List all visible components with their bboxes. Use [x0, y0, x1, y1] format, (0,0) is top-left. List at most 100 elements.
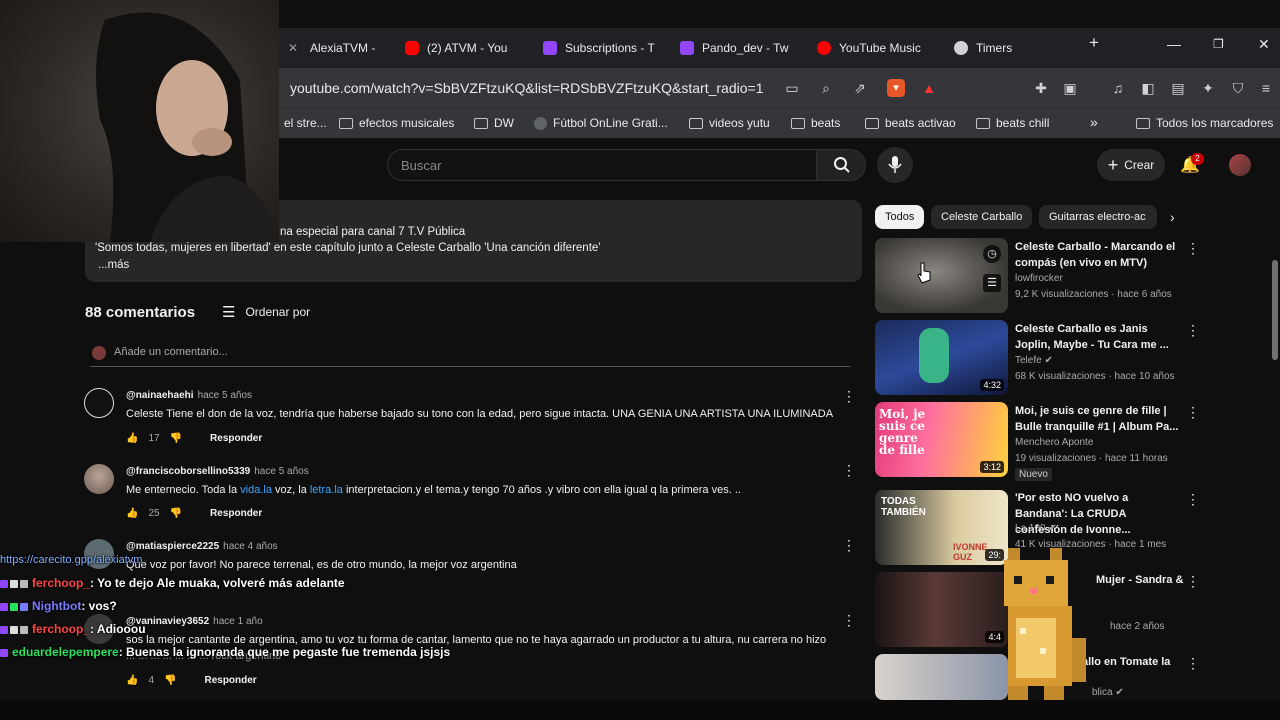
like-icon[interactable]: 👍	[126, 675, 138, 686]
extensions-icon[interactable]: ✚	[1032, 79, 1050, 97]
comment-link[interactable]: letra.la	[310, 484, 343, 496]
bookmark-folder[interactable]: beats	[791, 116, 840, 130]
youtube-music-icon	[817, 41, 831, 55]
video-thumbnail[interactable]: TODAS TAMBIÉN IVONNE GUZ 29:	[875, 490, 1008, 565]
tab-alexiatvm[interactable]: ✕ AlexiaTVM -	[288, 36, 375, 60]
channel-name[interactable]: Telefe ✔	[1015, 355, 1053, 366]
dislike-icon[interactable]: 👎	[170, 508, 182, 519]
bookmark-label: beats	[811, 116, 841, 130]
chip-todos[interactable]: Todos	[875, 205, 925, 229]
like-icon[interactable]: 👍	[126, 508, 138, 519]
reply-button[interactable]: Responder	[210, 508, 262, 519]
author-handle: @franciscoborsellino5339	[126, 466, 251, 477]
search-box[interactable]: Buscar	[387, 149, 817, 181]
dislike-icon[interactable]: 👎	[170, 433, 182, 444]
bookmark-item[interactable]: Fútbol OnLine Grati...	[534, 116, 668, 130]
video-title[interactable]: allo en Tomate la	[1082, 654, 1182, 670]
bookmark-item[interactable]: el stre...	[284, 116, 327, 130]
add-comment-input[interactable]: Añade un comentario...	[90, 345, 850, 367]
chat-message: ferchoop_: Adiooou	[0, 622, 146, 636]
more-actions-icon[interactable]: ⋮	[1186, 491, 1200, 508]
new-tab-button[interactable]: +	[1089, 33, 1099, 53]
add-to-queue-icon[interactable]: ☰	[983, 274, 1001, 292]
video-thumbnail[interactable]: 4:32	[875, 320, 1008, 395]
restore-icon[interactable]: ❐	[1213, 37, 1224, 51]
more-actions-icon[interactable]: ⋮	[1186, 322, 1200, 339]
comment-author[interactable]: @matiaspierce2225 hace 4 años	[126, 541, 278, 552]
comment-link[interactable]: vida.la	[240, 484, 272, 496]
sort-label: Ordenar por	[245, 305, 311, 319]
bookmark-folder[interactable]: videos yutu	[689, 116, 770, 130]
tab-atvm-youtube[interactable]: (2) ATVM - You	[405, 36, 507, 60]
video-thumbnail[interactable]: ◷ ☰	[875, 238, 1008, 313]
chat-username: ferchoop_	[32, 622, 91, 636]
watch-later-icon[interactable]: ◷	[983, 245, 1001, 263]
zoom-icon[interactable]: ⌕	[817, 79, 835, 97]
menu-icon[interactable]: ≡	[1257, 79, 1275, 97]
cast-icon[interactable]: ▭	[783, 79, 801, 97]
all-bookmarks-folder[interactable]: Todos los marcadores	[1136, 116, 1273, 130]
tab-timers[interactable]: Timers	[954, 36, 1012, 60]
bookmark-folder[interactable]: DW	[474, 116, 514, 130]
more-actions-icon[interactable]: ⋮	[1186, 240, 1200, 257]
avatar[interactable]	[84, 464, 114, 494]
leo-ai-icon[interactable]: ✦	[1199, 79, 1217, 97]
more-actions-icon[interactable]: ⋮	[842, 462, 856, 479]
reply-button[interactable]: Responder	[210, 433, 262, 444]
share-icon[interactable]: ⇗	[851, 79, 869, 97]
vpn-shield-icon[interactable]: ⛉	[1229, 79, 1247, 97]
more-actions-icon[interactable]: ⋮	[1186, 655, 1200, 672]
folder-icon	[1136, 117, 1150, 129]
sidebar-icon[interactable]: ◧	[1139, 79, 1157, 97]
more-actions-icon[interactable]: ⋮	[1186, 404, 1200, 421]
video-thumbnail[interactable]	[875, 654, 1008, 700]
more-actions-icon[interactable]: ⋮	[842, 612, 856, 629]
chat-link[interactable]: https://carecito.gpp/alexiatvm	[0, 554, 142, 566]
chip-celeste-carballo[interactable]: Celeste Carballo	[931, 205, 1033, 229]
avatar[interactable]	[84, 388, 114, 418]
sort-comments-button[interactable]: ☰ Ordenar por	[222, 303, 310, 321]
page-scrollbar[interactable]	[1272, 260, 1278, 360]
video-title[interactable]: Celeste Carballo - Marcando el compás (e…	[1015, 239, 1180, 271]
video-title[interactable]: Mujer - Sandra &	[1096, 572, 1186, 588]
more-actions-icon[interactable]: ⋮	[842, 537, 856, 554]
comment-author[interactable]: @franciscoborsellino5339 hace 5 años	[126, 466, 309, 477]
account-avatar[interactable]	[1229, 154, 1251, 176]
voice-search-button[interactable]	[877, 147, 913, 183]
tab-youtube-music[interactable]: YouTube Music	[817, 36, 921, 60]
channel-name[interactable]: Menchero Aponte	[1015, 437, 1093, 448]
more-actions-icon[interactable]: ⋮	[842, 388, 856, 405]
bookmark-folder[interactable]: efectos musicales	[339, 116, 454, 130]
tab-pando-dev-twitch[interactable]: Pando_dev - Tw	[680, 36, 789, 60]
url-field[interactable]: youtube.com/watch?v=SbBVZFtzuKQ&list=RDS…	[290, 80, 763, 96]
create-button[interactable]: + Crear	[1097, 149, 1165, 181]
video-thumbnail[interactable]: 4:4	[875, 572, 1008, 647]
close-icon[interactable]: ✕	[1258, 36, 1270, 53]
chip-guitarras[interactable]: Guitarras electro-ac	[1039, 205, 1157, 229]
video-title[interactable]: Moi, je suis ce genre de fille | Bulle t…	[1015, 403, 1180, 435]
channel-name[interactable]: lowfirocker	[1015, 273, 1063, 284]
comment-author[interactable]: @nainaehaehi hace 5 años	[126, 390, 252, 401]
tab-subscriptions-twitch[interactable]: Subscriptions - T	[543, 36, 655, 60]
bookmark-folder[interactable]: beats activao	[865, 116, 956, 130]
brave-shield-icon[interactable]: ▾	[887, 79, 905, 97]
more-actions-icon[interactable]: ⋮	[1186, 573, 1200, 590]
video-title[interactable]: Celeste Carballo es Janis Joplin, Maybe …	[1015, 321, 1180, 353]
search-button[interactable]	[816, 149, 866, 181]
video-thumbnail[interactable]: Moi, je suis ce genre de fille 3:12	[875, 402, 1008, 477]
channel-name[interactable]: blica ✔	[1092, 687, 1124, 698]
bookmark-folder[interactable]: beats chill	[976, 116, 1049, 130]
brave-rewards-icon[interactable]: ▲	[920, 79, 938, 97]
show-more-link[interactable]: ...más	[98, 259, 129, 271]
channel-name[interactable]: La 100 ✔	[1015, 523, 1057, 534]
music-note-icon[interactable]: ♫	[1109, 79, 1127, 97]
reply-button[interactable]: Responder	[204, 675, 256, 686]
extension-box-icon[interactable]: ▣	[1061, 79, 1079, 97]
wallet-icon[interactable]: ▤	[1169, 79, 1187, 97]
chevron-right-icon[interactable]: ›	[1170, 209, 1175, 225]
tab-label: YouTube Music	[839, 41, 921, 55]
like-icon[interactable]: 👍	[126, 433, 138, 444]
bookmarks-overflow-button[interactable]: »	[1090, 114, 1098, 130]
minimize-icon[interactable]: —	[1167, 36, 1181, 52]
dislike-icon[interactable]: 👎	[164, 675, 176, 686]
